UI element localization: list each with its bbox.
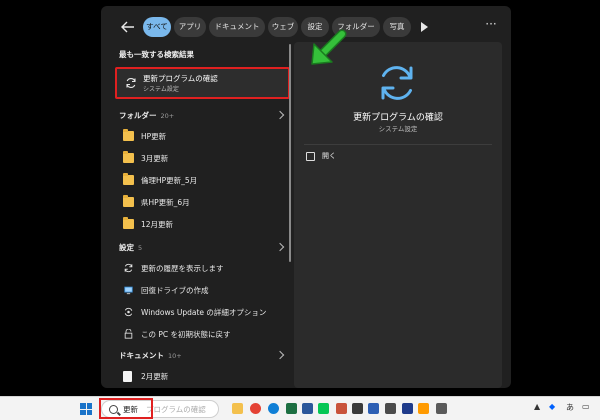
open-label: 開く (322, 152, 336, 160)
app-icon[interactable] (385, 403, 396, 414)
preview-divider (304, 144, 492, 145)
word-icon[interactable] (302, 403, 313, 414)
tab-apps[interactable]: アプリ (174, 17, 206, 37)
folders-header-label: フォルダー (119, 111, 157, 120)
preview-pane: 更新プログラムの確認 システム設定 開く (294, 42, 502, 388)
more-options-button[interactable]: ··· (483, 16, 499, 36)
refresh-icon (124, 263, 133, 273)
settings-header-label: 設定 (119, 243, 134, 252)
illustrator-icon[interactable] (418, 403, 429, 414)
results-scrollbar[interactable] (289, 44, 291, 262)
scroll-tabs-right-icon[interactable] (421, 22, 428, 32)
app-icon[interactable] (336, 403, 347, 414)
best-match-header: 最も一致する検索結果 (119, 50, 194, 59)
reset-pc-icon (124, 329, 133, 339)
network-icon[interactable]: ▭ (582, 402, 590, 411)
file-explorer-icon[interactable] (232, 403, 243, 414)
open-external-icon (306, 152, 315, 161)
settings-label: 回復ドライブの作成 (141, 286, 209, 295)
refresh-large-icon (381, 66, 413, 100)
app-icon[interactable] (368, 403, 379, 414)
folder-label: 県HP更新_6月 (141, 198, 190, 207)
green-arrow-icon (311, 29, 347, 65)
best-match-title: 更新プログラムの確認 (143, 74, 218, 83)
folder-label: 3月更新 (141, 154, 169, 163)
dropbox-icon[interactable]: ◆ (549, 402, 555, 411)
folder-label: 12月更新 (141, 220, 174, 229)
app-icon[interactable] (352, 403, 363, 414)
settings-label: 更新の履歴を表示します (141, 264, 224, 273)
search-panel: すべて アプリ ドキュメント ウェブ 設定 フォルダー 写真 ··· 最も一致す… (101, 6, 511, 388)
taskbar: 更新 プログラムの確認 ▲ ◆ あ ▭ (0, 396, 600, 420)
folders-count: 20+ (160, 112, 175, 120)
folders-expand-icon[interactable] (275, 110, 285, 120)
document-icon (123, 371, 132, 382)
folder-item[interactable]: 倫理HP更新_5月 (115, 170, 290, 190)
tab-web[interactable]: ウェブ (268, 17, 298, 37)
document-item[interactable]: 2月更新 (115, 366, 290, 386)
settings-item[interactable]: 更新の履歴を表示します (115, 258, 290, 278)
documents-expand-icon[interactable] (275, 350, 285, 360)
refresh-gear-icon (124, 307, 133, 317)
folder-icon (123, 173, 134, 185)
settings-header[interactable]: 設定 5 (119, 242, 142, 253)
ime-indicator[interactable]: あ (566, 402, 574, 413)
folder-item[interactable]: 3月更新 (115, 148, 290, 168)
settings-label: この PC を初期状態に戻す (141, 330, 231, 339)
folder-label: HP更新 (141, 132, 167, 141)
settings-count: 5 (138, 244, 143, 252)
best-match-subtitle: システム設定 (143, 86, 179, 93)
preview-subtitle: システム設定 (378, 125, 418, 133)
folder-item[interactable]: 県HP更新_6月 (115, 192, 290, 212)
settings-item[interactable]: 回復ドライブの作成 (115, 280, 290, 300)
refresh-icon (126, 78, 136, 88)
back-arrow-icon[interactable] (119, 18, 137, 36)
documents-header[interactable]: ドキュメント 10+ (119, 350, 182, 361)
folder-item[interactable]: 12月更新 (115, 214, 290, 234)
document-label: 2月更新 (141, 372, 169, 381)
tab-documents[interactable]: ドキュメント (209, 17, 265, 37)
documents-count: 10+ (168, 352, 182, 360)
folder-item[interactable]: HP更新 (115, 126, 290, 146)
folder-icon (123, 151, 134, 163)
edge-icon[interactable] (268, 403, 279, 414)
results-list: 最も一致する検索結果 更新プログラムの確認 システム設定 フォルダー 20+ HP… (109, 44, 293, 388)
folder-icon (123, 217, 134, 229)
excel-icon[interactable] (286, 403, 297, 414)
documents-header-label: ドキュメント (119, 351, 164, 360)
tab-photos[interactable]: 写真 (383, 17, 411, 37)
tab-all[interactable]: すべて (143, 17, 171, 37)
app-icon[interactable] (436, 403, 447, 414)
filter-bar: すべて アプリ ドキュメント ウェブ 設定 フォルダー 写真 ··· (101, 16, 511, 38)
best-match-result[interactable]: 更新プログラムの確認 システム設定 (115, 67, 290, 99)
preview-title: 更新プログラムの確認 (353, 113, 443, 123)
search-highlight-box (99, 398, 153, 419)
settings-expand-icon[interactable] (275, 242, 285, 252)
folder-icon (123, 195, 134, 207)
chrome-icon[interactable] (250, 403, 261, 414)
start-button[interactable] (80, 403, 92, 415)
folders-header[interactable]: フォルダー 20+ (119, 110, 174, 121)
settings-item[interactable]: この PC を初期状態に戻す (115, 324, 290, 344)
line-icon[interactable] (318, 403, 329, 414)
folder-label: 倫理HP更新_5月 (141, 176, 198, 185)
search-suggestion: プログラムの確認 (146, 405, 206, 414)
folder-icon (123, 129, 134, 141)
settings-label: Windows Update の詳細オプション (141, 308, 267, 317)
photoshop-icon[interactable] (402, 403, 413, 414)
tray-chevron-up-icon[interactable]: ▲ (534, 402, 540, 411)
settings-item[interactable]: Windows Update の詳細オプション (115, 302, 290, 322)
recovery-drive-icon (124, 286, 133, 295)
